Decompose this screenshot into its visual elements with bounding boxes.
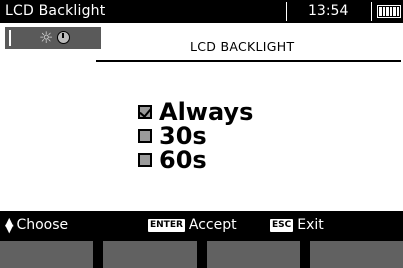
header-divider <box>96 60 401 62</box>
status-bar: LCD Backlight 13:54 <box>0 0 403 23</box>
checkbox-checked[interactable] <box>138 105 152 119</box>
option-always[interactable]: Always <box>138 100 253 124</box>
function-keys <box>0 238 403 268</box>
accept-label: Accept <box>188 217 237 233</box>
checkbox[interactable] <box>138 129 152 143</box>
clock-time: 13:54 <box>308 3 349 19</box>
option-label: Always <box>159 98 254 126</box>
esc-key-icon: ESC <box>270 218 294 232</box>
function-key-1[interactable] <box>0 241 94 268</box>
up-down-arrows-icon: ▲ ▼ <box>5 215 14 235</box>
battery-icon <box>377 5 401 18</box>
option-60s[interactable]: 60s <box>138 148 207 172</box>
clock-icon <box>57 31 70 44</box>
exit-hint: ESC Exit <box>270 217 324 233</box>
option-label: 30s <box>159 122 207 150</box>
option-30s[interactable]: 30s <box>138 124 207 148</box>
options-panel: Always 30s 60s <box>0 73 403 211</box>
exit-label: Exit <box>297 217 324 233</box>
function-key-2[interactable] <box>103 241 197 268</box>
hint-bar: ▲ ▼ Choose ENTER Accept ESC Exit <box>0 211 403 238</box>
enter-key-icon: ENTER <box>148 218 185 232</box>
window-title: LCD Backlight <box>5 3 106 19</box>
function-key-4[interactable] <box>309 241 403 268</box>
tab-marker <box>9 30 11 46</box>
choose-label: Choose <box>16 217 69 233</box>
divider <box>371 2 372 21</box>
screen-header: ☼ LCD BACKLIGHT <box>0 23 403 73</box>
checkbox[interactable] <box>138 153 152 167</box>
function-key-3[interactable] <box>206 241 300 268</box>
page-title: LCD BACKLIGHT <box>190 39 295 54</box>
accept-hint: ENTER Accept <box>148 217 237 233</box>
choose-hint: ▲ ▼ Choose <box>5 215 69 235</box>
divider <box>286 2 287 21</box>
option-label: 60s <box>159 146 207 174</box>
settings-tab: ☼ <box>5 27 101 49</box>
sun-icon: ☼ <box>39 28 54 47</box>
